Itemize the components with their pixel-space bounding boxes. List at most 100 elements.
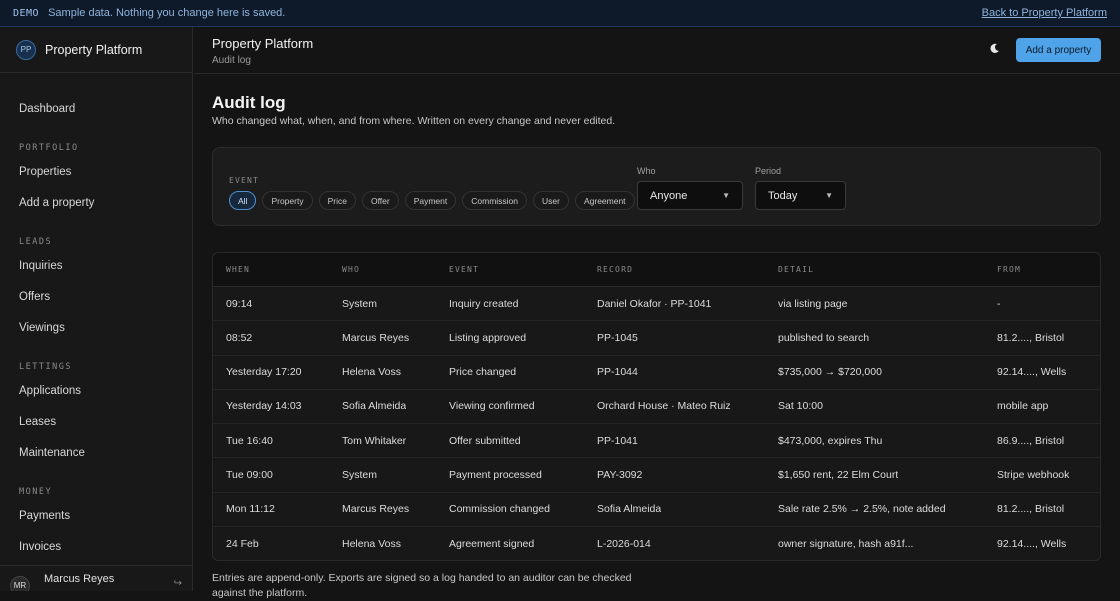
table-cell: L-2026-014: [597, 537, 651, 550]
brand[interactable]: PP Property Platform: [0, 27, 192, 73]
table-cell: Yesterday 14:03: [226, 400, 302, 413]
table-cell: Tom Whitaker: [342, 434, 407, 447]
table-row[interactable]: 24 Feb Helena Voss Agreement signed L-2026-…: [213, 527, 1100, 560]
table-cell: mobile app: [997, 400, 1049, 413]
table-cell: 09:14: [226, 297, 253, 310]
table-cell: 86.9...., Bristol: [997, 434, 1065, 447]
audit-table: WHEN WHO EVENT RECORD DETAIL FROM 09:14 S…: [212, 252, 1101, 561]
demo-tag: DEMO: [13, 7, 40, 19]
event-filter-label: EVENT: [229, 176, 260, 185]
table-cell: Viewing confirmed: [449, 400, 535, 413]
table-cell: Payment processed: [449, 468, 542, 481]
table-cell: Sofia Almeida: [597, 503, 662, 516]
sidebar-item-payments[interactable]: Payments: [0, 500, 192, 531]
who-value: Anyone: [650, 189, 688, 202]
table-cell: owner signature, hash a91f...: [778, 537, 914, 550]
table-cell: 92.14...., Wells: [997, 537, 1067, 550]
chip-agreement[interactable]: Agreement: [574, 191, 635, 210]
sidebar-item-viewings[interactable]: Viewings: [0, 312, 192, 343]
table-cell: $735,000 → $720,000: [778, 366, 882, 379]
table-cell: Mon 11:12: [226, 503, 275, 516]
table-cell: System: [342, 297, 378, 310]
table-row[interactable]: 09:14 System Inquiry created Daniel Okafor …: [213, 287, 1100, 322]
period-label: Period: [755, 166, 782, 176]
table-row[interactable]: Yesterday 14:03 Sofia Almeida Viewing conf…: [213, 390, 1100, 424]
table-cell: Daniel Okafor · PP-1041: [597, 297, 712, 310]
sidebar-section-money: MONEY: [19, 487, 53, 497]
chip-property[interactable]: Property: [262, 191, 313, 210]
topbar-title: Property Platform: [212, 36, 314, 51]
chip-user[interactable]: User: [533, 191, 569, 210]
topbar: Property Platform Audit log Add a proper…: [194, 27, 1120, 74]
sidebar-item-maintenance[interactable]: Maintenance: [0, 437, 192, 468]
table-cell: PP-1045: [597, 331, 638, 344]
chip-offer[interactable]: Offer: [361, 191, 399, 210]
chip-payment[interactable]: Payment: [404, 191, 457, 210]
user-name: Marcus Reyes: [44, 572, 115, 585]
chip-commission[interactable]: Commission: [462, 191, 528, 210]
table-cell: $1,650 rent, 22 Elm Court: [778, 468, 899, 481]
period-select[interactable]: Today ▼: [755, 181, 846, 210]
chip-all[interactable]: All: [229, 191, 257, 210]
who-label: Who: [637, 166, 656, 176]
sidebar-item-add-property[interactable]: Add a property: [0, 187, 192, 218]
table-row[interactable]: Yesterday 17:20 Helena Voss Price changed P…: [213, 356, 1100, 390]
table-body: 09:14 System Inquiry created Daniel Okafor …: [213, 287, 1100, 560]
table-cell: Tue 09:00: [226, 468, 273, 481]
table-cell: 81.2...., Bristol: [997, 503, 1065, 516]
sidebar-item-dashboard[interactable]: Dashboard: [0, 93, 192, 124]
table-row[interactable]: Mon 11:12 Marcus Reyes Commission changed S…: [213, 493, 1100, 527]
table-row[interactable]: Tue 16:40 Tom Whitaker Offer submitted PP-1…: [213, 424, 1100, 459]
who-select[interactable]: Anyone ▼: [637, 181, 743, 210]
sidebar-item-applications[interactable]: Applications: [0, 375, 192, 406]
column-header-from: FROM: [997, 265, 1022, 274]
footnote: Entries are append-only. Exports are sig…: [212, 572, 632, 599]
table-cell: Sale rate 2.5% → 2.5%, note added: [778, 503, 946, 516]
sidebar-item-leases[interactable]: Leases: [0, 406, 192, 437]
table-cell: published to search: [778, 331, 870, 344]
table-cell: Marcus Reyes: [342, 331, 410, 344]
chevron-down-icon: ▼: [825, 191, 833, 200]
add-property-button[interactable]: Add a property: [1016, 38, 1101, 62]
sidebar-section-portfolio: PORTFOLIO: [19, 143, 79, 153]
demo-banner: DEMO Sample data. Nothing you change her…: [0, 0, 1120, 27]
table-cell: Agreement signed: [449, 537, 535, 550]
column-header-who: WHO: [342, 265, 361, 274]
page-subtitle: Who changed what, when, and from where. …: [212, 115, 616, 127]
theme-toggle-moon-icon[interactable]: [989, 43, 1000, 57]
column-header-when: WHEN: [226, 265, 251, 274]
sidebar-item-invoices[interactable]: Invoices: [0, 531, 192, 562]
table-cell: Marcus Reyes: [342, 503, 410, 516]
column-header-detail: DETAIL: [778, 265, 815, 274]
table-cell: Sat 10:00: [778, 400, 823, 413]
user-panel[interactable]: MR Marcus Reyes ↪: [0, 565, 192, 591]
event-chips: All Property Price Offer Payment Commiss…: [229, 191, 635, 210]
table-cell: $473,000, expires Thu: [778, 434, 883, 447]
table-cell: Offer submitted: [449, 434, 521, 447]
table-cell: PAY-3092: [597, 468, 643, 481]
table-cell: 08:52: [226, 331, 253, 344]
sidebar-item-offers[interactable]: Offers: [0, 281, 192, 312]
sidebar-section-leads: LEADS: [19, 237, 53, 247]
sidebar-item-inquiries[interactable]: Inquiries: [0, 250, 192, 281]
table-row[interactable]: 08:52 Marcus Reyes Listing approved PP-1045…: [213, 321, 1100, 356]
back-to-platform-link[interactable]: Back to Property Platform: [982, 7, 1107, 19]
table-cell: 81.2...., Bristol: [997, 331, 1065, 344]
user-avatar: MR: [10, 575, 30, 591]
brand-name: Property Platform: [45, 42, 143, 57]
page-title: Audit log: [212, 93, 286, 112]
brand-logo: PP: [16, 39, 36, 60]
table-cell: Listing approved: [449, 331, 527, 344]
column-header-record: RECORD: [597, 265, 634, 274]
table-cell: Commission changed: [449, 503, 550, 516]
sidebar: PP Property Platform Dashboard PORTFOLIO…: [0, 27, 193, 591]
table-cell: Orchard House · Mateo Ruiz: [597, 400, 731, 413]
sidebar-section-lettings: LETTINGS: [19, 362, 72, 372]
sidebar-item-properties[interactable]: Properties: [0, 156, 192, 187]
table-cell: 92.14...., Wells: [997, 366, 1067, 379]
chip-price[interactable]: Price: [318, 191, 356, 210]
table-row[interactable]: Tue 09:00 System Payment processed PAY-3092…: [213, 458, 1100, 493]
sign-out-icon[interactable]: ↪: [174, 578, 182, 589]
column-header-event: EVENT: [449, 265, 480, 274]
table-cell: Inquiry created: [449, 297, 519, 310]
